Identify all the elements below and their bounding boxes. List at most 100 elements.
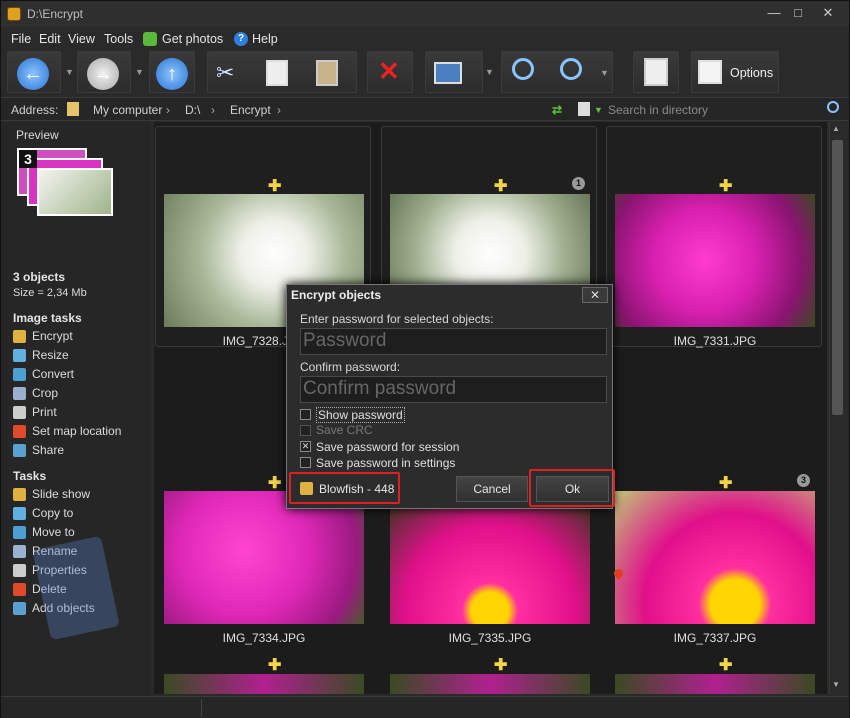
show-password-label[interactable]: Show password [316,407,405,423]
count-badge: 3 [797,474,810,487]
task-link-encrypt[interactable]: Encrypt [32,329,73,343]
paste-icon[interactable] [316,60,338,86]
add-plus-icon[interactable]: ✚ [719,473,732,493]
enter-password-label: Enter password for selected objects: [300,312,494,326]
save-crc-checkbox[interactable] [300,425,311,436]
search-input[interactable]: Search in directory [608,103,708,117]
zoom-in-icon[interactable] [560,58,582,80]
search-scope-icon[interactable] [578,102,590,116]
save-settings-checkbox[interactable] [300,457,311,468]
task-link-move-to[interactable]: Move to [32,525,75,539]
menu-edit[interactable]: Edit [39,32,61,46]
zoom-out-icon[interactable] [512,58,534,80]
app-window: D:\Encrypt — □ ✕ File Edit View Tools Ge… [0,0,850,718]
copy-icon[interactable] [266,60,288,86]
ok-button[interactable]: Ok [536,476,609,502]
menu-file[interactable]: File [11,32,31,46]
task-icon [13,526,26,539]
add-plus-icon[interactable]: ✚ [494,655,507,675]
password-input[interactable]: Password [300,328,607,355]
crumb-encrypt[interactable]: Encrypt [230,103,271,117]
zoom-dropdown-icon[interactable]: ▼ [600,68,609,78]
crumb-chevron-icon[interactable]: › [166,103,170,117]
save-session-checkbox[interactable]: ✕ [300,441,311,452]
find-button[interactable] [633,51,679,93]
thumbnail-image[interactable] [390,491,590,624]
file-name[interactable]: IMG_7335.JPG [390,631,590,645]
options-button[interactable]: Options [691,51,779,93]
options-label: Options [730,66,774,80]
sidebar: Preview 3 3 objects Size = 2,34 Mb Image… [1,122,151,697]
refresh-icon[interactable]: ⇄ [552,103,562,117]
add-plus-icon[interactable]: ✚ [494,176,507,196]
thumbnail-image[interactable] [615,194,815,327]
menu-tools[interactable]: Tools [104,32,133,46]
scroll-down-icon[interactable]: ▼ [832,680,840,689]
task-link-copy-to[interactable]: Copy to [32,506,73,520]
task-icon [13,444,26,457]
save-session-label[interactable]: Save password for session [316,440,459,454]
dialog-close-button[interactable]: ✕ [582,287,608,303]
title-bar: D:\Encrypt — □ ✕ [1,1,849,27]
add-plus-icon[interactable]: ✚ [268,473,281,493]
preview-stack-front [37,168,113,216]
minimize-button[interactable]: — [763,4,785,22]
image-tasks-heading: Image tasks [13,311,82,325]
view-mode-dropdown-icon[interactable]: ▼ [485,67,495,77]
task-link-convert[interactable]: Convert [32,367,74,381]
scrollbar-thumb[interactable] [832,140,843,415]
confirm-password-input[interactable]: Confirm password [300,376,607,403]
task-icon [13,583,26,596]
delete-toolbar-button[interactable]: ✕ [367,51,413,93]
zoom-group: ▼ [501,51,613,93]
crumb-chevron-icon[interactable]: › [277,103,281,117]
algorithm-selector[interactable]: Blowfish - 448 [319,482,394,496]
crumb-my-computer[interactable]: My computer [93,103,162,117]
show-password-checkbox[interactable] [300,409,311,420]
encrypt-dialog: Encrypt objects ✕ Enter password for sel… [286,284,615,509]
add-plus-icon[interactable]: ✚ [719,176,732,196]
back-dropdown-icon[interactable]: ▼ [65,67,75,77]
forward-dropdown-icon[interactable]: ▼ [135,67,145,77]
task-link-resize[interactable]: Resize [32,348,69,362]
objects-count: 3 objects [13,270,66,284]
task-link-set-map-location[interactable]: Set map location [32,424,121,438]
save-settings-label[interactable]: Save password in settings [316,456,455,470]
dialog-title: Encrypt objects [291,288,382,302]
crumb-drive[interactable]: D:\ [185,103,200,117]
search-icon[interactable] [827,101,839,113]
file-name[interactable]: IMG_7334.JPG [164,631,364,645]
up-button[interactable]: ↑ [149,51,195,93]
add-plus-icon[interactable]: ✚ [719,655,732,675]
menu-help[interactable]: Help [252,32,278,46]
file-name[interactable]: IMG_7337.JPG [615,631,815,645]
thumbnail-image[interactable] [615,491,815,624]
thumbnail-image[interactable] [164,674,364,694]
thumbnail-image[interactable] [615,674,815,694]
menu-view[interactable]: View [68,32,95,46]
view-mode-button[interactable] [425,51,483,93]
preview-count-badge: 3 [19,150,37,168]
back-button[interactable]: ← [7,51,61,93]
task-link-share[interactable]: Share [32,443,64,457]
add-plus-icon[interactable]: ✚ [268,176,281,196]
cancel-button[interactable]: Cancel [456,476,528,502]
close-button[interactable]: ✕ [817,4,839,22]
thumbnail-image[interactable] [164,491,364,624]
task-link-slide-show[interactable]: Slide show [32,487,90,501]
task-link-print[interactable]: Print [32,405,57,419]
maximize-button[interactable]: □ [787,4,809,22]
cut-icon[interactable]: ✂ [216,60,234,86]
status-divider [201,699,202,717]
task-link-crop[interactable]: Crop [32,386,58,400]
add-plus-icon[interactable]: ✚ [268,655,281,675]
menu-get-photos[interactable]: Get photos [162,32,223,46]
crumb-chevron-icon[interactable]: › [211,103,215,117]
thumbnail-image[interactable] [390,674,590,694]
vertical-scrollbar[interactable]: ▲ ▼ [829,122,845,694]
tasks-heading: Tasks [13,469,47,483]
search-scope-dropdown-icon[interactable]: ▼ [594,105,603,115]
scroll-up-icon[interactable]: ▲ [832,124,840,133]
file-name[interactable]: IMG_7331.JPG [615,334,815,348]
forward-button[interactable]: → [77,51,131,93]
